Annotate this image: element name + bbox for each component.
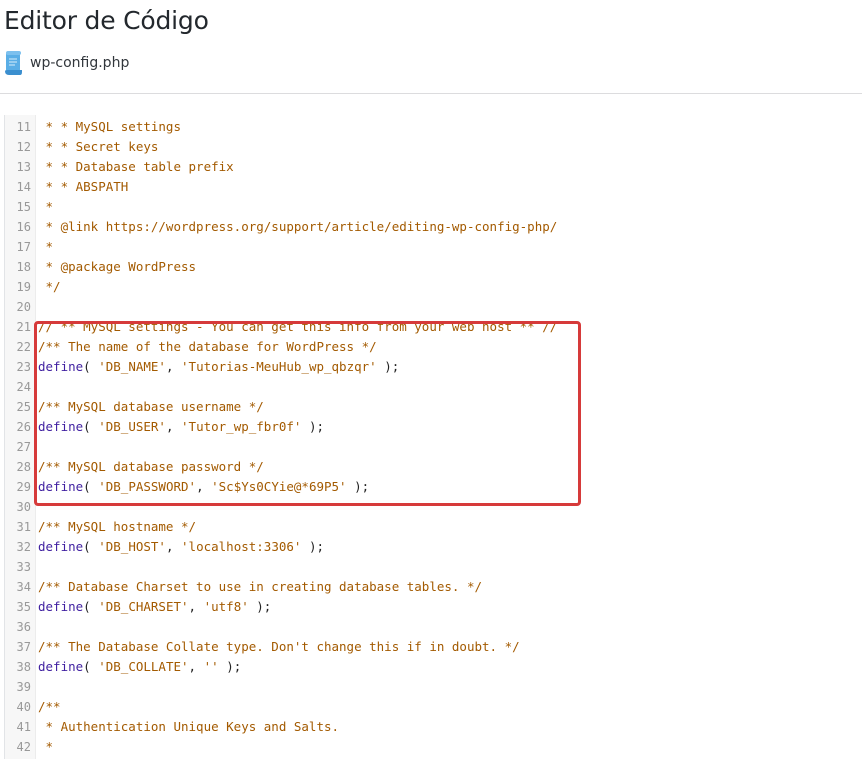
- code-text: /** The Database Collate type. Don't cha…: [38, 639, 520, 654]
- page-title: Editor de Código: [4, 6, 209, 35]
- code-line[interactable]: 11 * * MySQL settings: [5, 117, 861, 137]
- code-text: /** Database Charset to use in creating …: [38, 579, 483, 594]
- line-number: 26: [16, 420, 31, 434]
- code-line[interactable]: 25 /** MySQL database username */: [5, 397, 861, 417]
- code-text: /** MySQL hostname */: [38, 519, 197, 534]
- code-line[interactable]: 38 define( 'DB_COLLATE', '' );: [5, 657, 861, 677]
- code-text: /** MySQL database password */: [38, 459, 264, 474]
- line-number: 41: [16, 720, 31, 734]
- line-number: 42: [16, 740, 31, 754]
- file-tab[interactable]: wp-config.php: [4, 50, 129, 76]
- code-text: /** MySQL database username */: [38, 399, 264, 414]
- code-line[interactable]: 29 define( 'DB_PASSWORD', 'Sc$Ys0CYie@*69…: [5, 477, 861, 497]
- line-number: 15: [16, 200, 31, 214]
- code-line[interactable]: 28 /** MySQL database password */: [5, 457, 861, 477]
- divider: [0, 93, 862, 94]
- document-scroll-icon: [4, 50, 24, 76]
- code-editor[interactable]: 11 * * MySQL settings 12 * * Secret keys 1…: [4, 115, 861, 759]
- code-text: *: [38, 199, 54, 214]
- code-text: define( 'DB_HOST', 'localhost:3306' );: [38, 539, 325, 554]
- line-number: 32: [16, 540, 31, 554]
- line-number: 40: [16, 700, 31, 714]
- code-text: * @link https://wordpress.org/support/ar…: [38, 219, 558, 234]
- code-line[interactable]: 18 * @package WordPress: [5, 257, 861, 277]
- code-text: *: [38, 239, 54, 254]
- code-text: define( 'DB_CHARSET', 'utf8' );: [38, 599, 272, 614]
- code-line[interactable]: 42 *: [5, 737, 861, 757]
- line-number: 18: [16, 260, 31, 274]
- code-line[interactable]: 41 * Authentication Unique Keys and Salt…: [5, 717, 861, 737]
- code-text: /**: [38, 699, 61, 714]
- code-line[interactable]: 27: [5, 437, 861, 457]
- code-line[interactable]: 16 * @link https://wordpress.org/support…: [5, 217, 861, 237]
- line-number: 20: [16, 300, 31, 314]
- line-number: 19: [16, 280, 31, 294]
- line-number: 36: [16, 620, 31, 634]
- code-line[interactable]: 14 * * ABSPATH: [5, 177, 861, 197]
- line-number: 33: [16, 560, 31, 574]
- code-text: * * ABSPATH: [38, 179, 129, 194]
- line-number: 11: [16, 120, 31, 134]
- code-line[interactable]: 40 /**: [5, 697, 861, 717]
- code-line[interactable]: 24: [5, 377, 861, 397]
- code-line[interactable]: 22 /** The name of the database for WordP…: [5, 337, 861, 357]
- code-text: * @package WordPress: [38, 259, 197, 274]
- code-text: define( 'DB_NAME', 'Tutorias-MeuHub_wp_q…: [38, 359, 400, 374]
- line-number: 17: [16, 240, 31, 254]
- code-text: define( 'DB_COLLATE', '' );: [38, 659, 242, 674]
- line-number: 23: [16, 360, 31, 374]
- line-number: 21: [16, 320, 31, 334]
- line-number: 25: [16, 400, 31, 414]
- code-line[interactable]: 32 define( 'DB_HOST', 'localhost:3306' );: [5, 537, 861, 557]
- code-text: * Authentication Unique Keys and Salts.: [38, 719, 340, 734]
- line-number: 30: [16, 500, 31, 514]
- code-text: *: [38, 739, 54, 754]
- code-text: define( 'DB_PASSWORD', 'Sc$Ys0CYie@*69P5…: [38, 479, 370, 494]
- line-number: 34: [16, 580, 31, 594]
- line-number: 27: [16, 440, 31, 454]
- code-line[interactable]: 20: [5, 297, 861, 317]
- line-number: 35: [16, 600, 31, 614]
- line-number: 29: [16, 480, 31, 494]
- code-line[interactable]: 26 define( 'DB_USER', 'Tutor_wp_fbr0f' );: [5, 417, 861, 437]
- code-line[interactable]: 13 * * Database table prefix: [5, 157, 861, 177]
- code-line[interactable]: 39: [5, 677, 861, 697]
- line-number: 12: [16, 140, 31, 154]
- line-number: 37: [16, 640, 31, 654]
- code-text: * * MySQL settings: [38, 119, 181, 134]
- code-text: /** The name of the database for WordPre…: [38, 339, 377, 354]
- code-text: define( 'DB_USER', 'Tutor_wp_fbr0f' );: [38, 419, 325, 434]
- line-number: 38: [16, 660, 31, 674]
- code-text: * * Secret keys: [38, 139, 159, 154]
- code-line[interactable]: 23 define( 'DB_NAME', 'Tutorias-MeuHub_wp…: [5, 357, 861, 377]
- line-number: 22: [16, 340, 31, 354]
- code-line[interactable]: 17 *: [5, 237, 861, 257]
- code-line[interactable]: 15 *: [5, 197, 861, 217]
- code-line[interactable]: 35 define( 'DB_CHARSET', 'utf8' );: [5, 597, 861, 617]
- code-text: // ** MySQL settings - You can get this …: [38, 319, 558, 334]
- line-number: 16: [16, 220, 31, 234]
- code-line[interactable]: 36: [5, 617, 861, 637]
- code-line[interactable]: 12 * * Secret keys: [5, 137, 861, 157]
- line-number: 13: [16, 160, 31, 174]
- code-line[interactable]: 37 /** The Database Collate type. Don't c…: [5, 637, 861, 657]
- file-name: wp-config.php: [30, 55, 130, 71]
- code-line[interactable]: 33: [5, 557, 861, 577]
- code-line[interactable]: 19 */: [5, 277, 861, 297]
- code-text: */: [38, 279, 61, 294]
- line-number: 24: [16, 380, 31, 394]
- code-line[interactable]: 30: [5, 497, 861, 517]
- code-line[interactable]: 34 /** Database Charset to use in creatin…: [5, 577, 861, 597]
- line-number: 31: [16, 520, 31, 534]
- line-number: 14: [16, 180, 31, 194]
- line-number: 28: [16, 460, 31, 474]
- code-line[interactable]: 21 // ** MySQL settings - You can get thi…: [5, 317, 861, 337]
- code-line[interactable]: 31 /** MySQL hostname */: [5, 517, 861, 537]
- code-text: * * Database table prefix: [38, 159, 234, 174]
- line-number: 39: [16, 680, 31, 694]
